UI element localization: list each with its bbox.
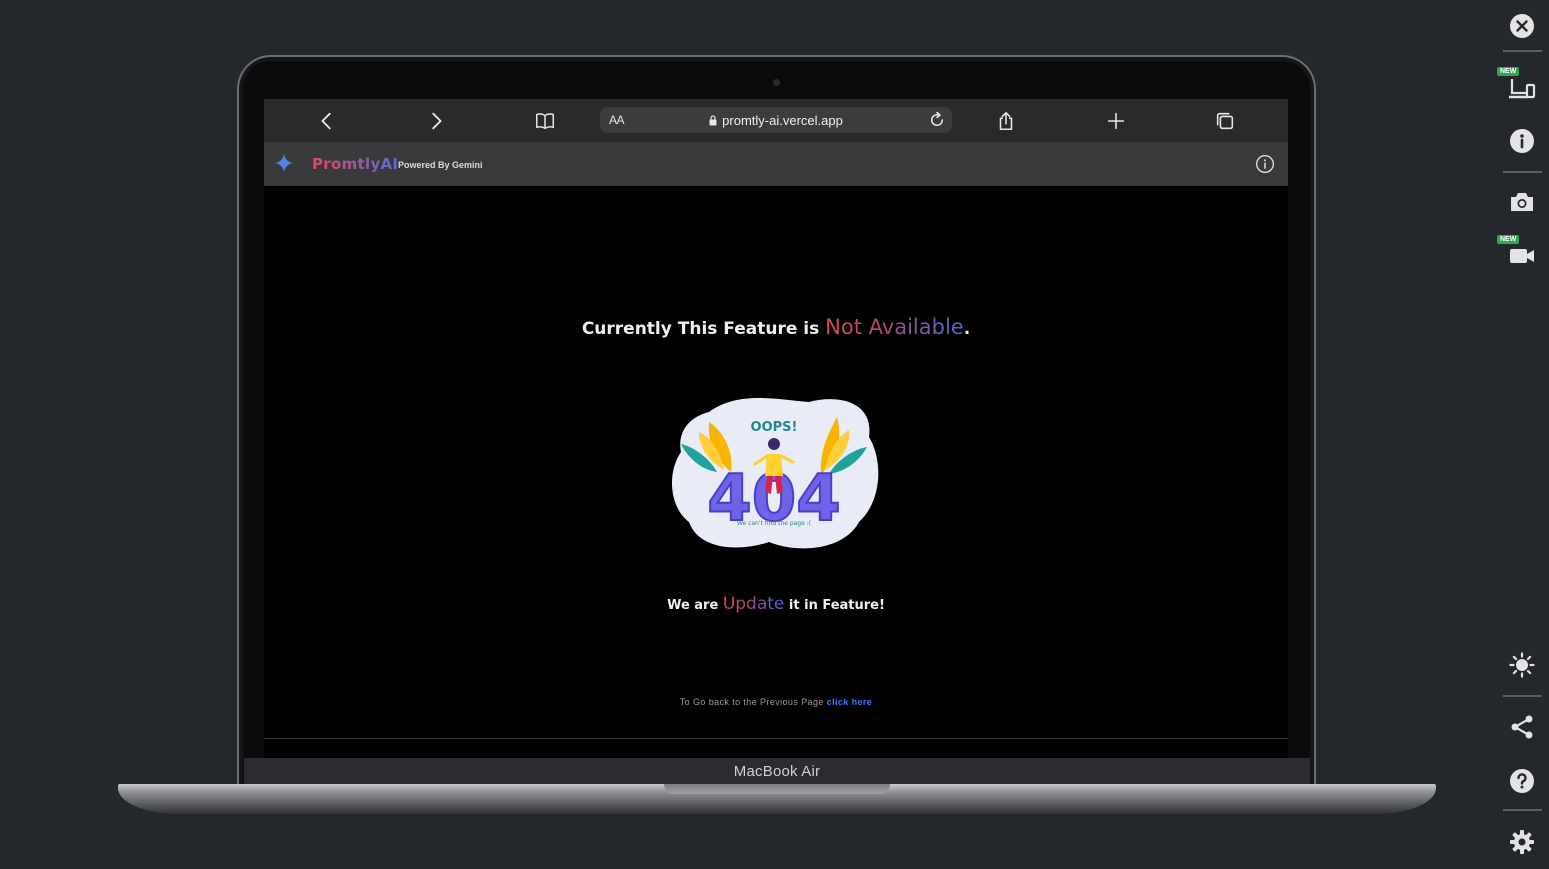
reload-icon[interactable] [928,111,946,129]
browser-toolbar: AA promtly-ai.vercel.app [264,99,1288,142]
404-illustration: OOPS! 404 We can't find the page :( [671,398,879,549]
back-text: To Go back to the Previous Page [679,697,827,707]
settings-gear-icon[interactable] [1508,828,1536,856]
oops-text: OOPS! [751,420,798,435]
subline-prefix: We are [667,598,723,613]
page-subline: We are Update it in Feature! [264,594,1288,614]
browser-screen: AA promtly-ai.vercel.app PromtlyAI Power… [264,99,1288,758]
new-badge: NEW [1497,235,1520,244]
back-icon[interactable] [315,109,339,133]
info-icon[interactable] [1255,154,1275,174]
share-icon[interactable] [1508,713,1536,741]
subline-highlight: Update [722,594,785,614]
share-icon[interactable] [994,109,1018,133]
forward-icon[interactable] [424,109,448,133]
laptop-bezel: MacBook Air [244,758,1310,784]
info-icon[interactable] [1508,127,1536,155]
back-link[interactable]: click here [827,697,873,707]
brand-logo[interactable]: PromtlyAI [312,155,398,173]
camera-icon[interactable] [1508,188,1536,216]
camera-dot [773,79,780,86]
tabs-icon[interactable] [1213,109,1237,133]
subline-suffix: it in Feature! [784,598,885,613]
new-tab-icon[interactable] [1104,109,1128,133]
headline-prefix: Currently This Feature is [581,319,826,339]
bookmarks-icon[interactable] [533,109,557,133]
panel-divider [1503,50,1542,52]
panel-divider [1503,809,1542,811]
close-icon[interactable] [1508,12,1536,40]
headline-suffix: . [963,319,971,339]
panel-divider [1503,171,1542,173]
page-headline: Currently This Feature is Not Available. [264,315,1288,339]
device-model-label: MacBook Air [733,762,821,780]
app-header: PromtlyAI Powered By Gemini [264,142,1288,186]
new-badge: NEW [1497,67,1520,76]
devices-icon[interactable]: NEW [1497,67,1536,102]
lock-icon [709,115,717,126]
back-navigation: To Go back to the Previous Page click he… [264,697,1288,707]
brightness-icon[interactable] [1508,651,1536,679]
laptop-notch [664,784,890,794]
help-icon[interactable] [1508,767,1536,795]
footer-divider [264,738,1288,739]
video-camera-icon[interactable]: NEW [1497,235,1536,270]
headline-highlight: Not Available [825,315,964,339]
gemini-spark-icon [274,153,294,173]
powered-by-label: Powered By Gemini [398,160,483,170]
panel-divider [1503,695,1542,697]
address-bar[interactable]: AA promtly-ai.vercel.app [600,107,952,133]
url-text: promtly-ai.vercel.app [722,113,843,128]
illustration-caption: We can't find the page :( [737,520,811,527]
